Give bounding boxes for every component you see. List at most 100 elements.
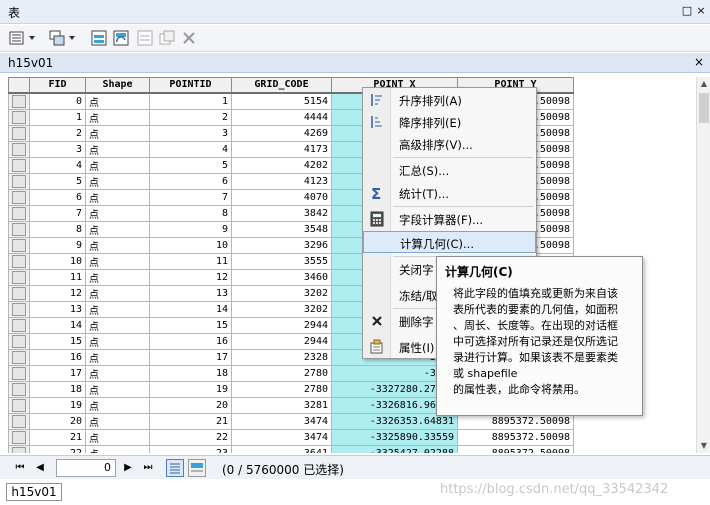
table-row[interactable]: 22点233641-3325427.022888895372.50098: [8, 444, 574, 453]
row-selector[interactable]: [8, 332, 30, 350]
table-cell[interactable]: 2944: [231, 332, 332, 350]
table-cell[interactable]: 18: [149, 364, 232, 382]
table-cell[interactable]: 3474: [231, 428, 332, 446]
current-record-input[interactable]: 0: [56, 459, 116, 477]
table-cell[interactable]: 13: [149, 284, 232, 302]
table-cell[interactable]: 点: [85, 92, 150, 110]
table-cell[interactable]: 点: [85, 348, 150, 366]
table-cell[interactable]: 点: [85, 428, 150, 446]
switch-selection-button[interactable]: [112, 29, 130, 47]
table-cell[interactable]: 点: [85, 332, 150, 350]
clear-selection-button[interactable]: [136, 29, 154, 47]
table-cell[interactable]: 点: [85, 268, 150, 286]
table-cell[interactable]: 23: [149, 444, 232, 453]
table-cell[interactable]: 点: [85, 124, 150, 142]
table-cell[interactable]: 12: [149, 268, 232, 286]
table-tab-name[interactable]: h15v01: [8, 56, 53, 70]
table-cell[interactable]: 3202: [231, 300, 332, 318]
row-selector-header[interactable]: [8, 77, 30, 94]
table-cell[interactable]: 21: [29, 428, 86, 446]
table-cell[interactable]: 3555: [231, 252, 332, 270]
row-selector[interactable]: [8, 316, 30, 334]
table-cell[interactable]: 5154: [231, 92, 332, 110]
table-cell[interactable]: 1: [29, 108, 86, 126]
column-header-pointid[interactable]: POINTID: [149, 77, 232, 94]
table-cell[interactable]: 点: [85, 300, 150, 318]
table-cell[interactable]: 4: [149, 140, 232, 158]
table-cell[interactable]: 14: [149, 300, 232, 318]
table-cell[interactable]: 点: [85, 172, 150, 190]
table-cell[interactable]: 9: [29, 236, 86, 254]
column-header-grid-code[interactable]: GRID_CODE: [231, 77, 332, 94]
table-cell[interactable]: 点: [85, 284, 150, 302]
bottom-table-tab[interactable]: h15v01: [6, 483, 62, 501]
table-cell[interactable]: -3325427.02288: [331, 444, 458, 453]
table-cell[interactable]: 3641: [231, 444, 332, 453]
row-selector[interactable]: [8, 92, 30, 110]
table-cell[interactable]: 3202: [231, 284, 332, 302]
next-record-button[interactable]: ▶: [120, 460, 136, 476]
table-cell[interactable]: 15: [149, 316, 232, 334]
restore-window-button[interactable]: □: [680, 3, 694, 19]
table-cell[interactable]: 7: [149, 188, 232, 206]
table-cell[interactable]: 21: [149, 412, 232, 430]
show-all-records-button[interactable]: [166, 459, 184, 477]
row-selector[interactable]: [8, 108, 30, 126]
row-selector[interactable]: [8, 284, 30, 302]
table-cell[interactable]: 8895372.50098: [457, 444, 574, 453]
table-cell[interactable]: 点: [85, 412, 150, 430]
table-cell[interactable]: 8: [29, 220, 86, 238]
table-cell[interactable]: 8: [149, 204, 232, 222]
table-cell[interactable]: 3296: [231, 236, 332, 254]
menu-item-sort-descending[interactable]: 降序排列(E): [363, 111, 536, 133]
menu-item-sort-ascending[interactable]: 升序排列(A): [363, 89, 536, 111]
table-cell[interactable]: 点: [85, 220, 150, 238]
scroll-down-icon[interactable]: ▼: [697, 439, 710, 453]
scrollbar-thumb[interactable]: [699, 93, 709, 123]
delete-selected-button[interactable]: [180, 29, 198, 47]
table-cell[interactable]: 12: [29, 284, 86, 302]
table-cell[interactable]: 19: [149, 380, 232, 398]
table-cell[interactable]: 点: [85, 444, 150, 453]
table-cell[interactable]: 13: [29, 300, 86, 318]
table-cell[interactable]: 19: [29, 396, 86, 414]
close-window-button[interactable]: ×: [694, 3, 708, 19]
table-cell[interactable]: 点: [85, 140, 150, 158]
table-cell[interactable]: 点: [85, 108, 150, 126]
menu-item-calculate-geometry[interactable]: 计算几何(C)...: [363, 231, 536, 253]
table-cell[interactable]: 5: [29, 172, 86, 190]
row-selector[interactable]: [8, 188, 30, 206]
row-selector[interactable]: [8, 444, 30, 453]
table-cell[interactable]: 4123: [231, 172, 332, 190]
menu-item-summarize[interactable]: 汇总(S)...: [363, 159, 536, 181]
table-cell[interactable]: -3325890.33559: [331, 428, 458, 446]
table-cell[interactable]: 22: [29, 444, 86, 453]
table-cell[interactable]: 4444: [231, 108, 332, 126]
table-cell[interactable]: 20: [149, 396, 232, 414]
row-selector[interactable]: [8, 380, 30, 398]
row-selector[interactable]: [8, 220, 30, 238]
table-cell[interactable]: 6: [29, 188, 86, 206]
previous-record-button[interactable]: ◀: [32, 460, 48, 476]
table-cell[interactable]: 6: [149, 172, 232, 190]
row-selector[interactable]: [8, 412, 30, 430]
table-cell[interactable]: 2780: [231, 380, 332, 398]
first-record-button[interactable]: ⏮: [12, 460, 28, 476]
table-cell[interactable]: 16: [29, 348, 86, 366]
table-cell[interactable]: 4173: [231, 140, 332, 158]
table-cell[interactable]: 10: [29, 252, 86, 270]
row-selector[interactable]: [8, 140, 30, 158]
table-cell[interactable]: 9: [149, 220, 232, 238]
table-cell[interactable]: 3: [149, 124, 232, 142]
table-options-button[interactable]: [8, 29, 40, 47]
last-record-button[interactable]: ⏭: [140, 460, 156, 476]
table-cell[interactable]: 4070: [231, 188, 332, 206]
table-cell[interactable]: 16: [149, 332, 232, 350]
table-cell[interactable]: 2328: [231, 348, 332, 366]
table-cell[interactable]: 4269: [231, 124, 332, 142]
table-cell[interactable]: 3842: [231, 204, 332, 222]
row-selector[interactable]: [8, 236, 30, 254]
row-selector[interactable]: [8, 156, 30, 174]
menu-item-advanced-sort[interactable]: 高级排序(V)...: [363, 133, 536, 155]
table-cell[interactable]: 4202: [231, 156, 332, 174]
